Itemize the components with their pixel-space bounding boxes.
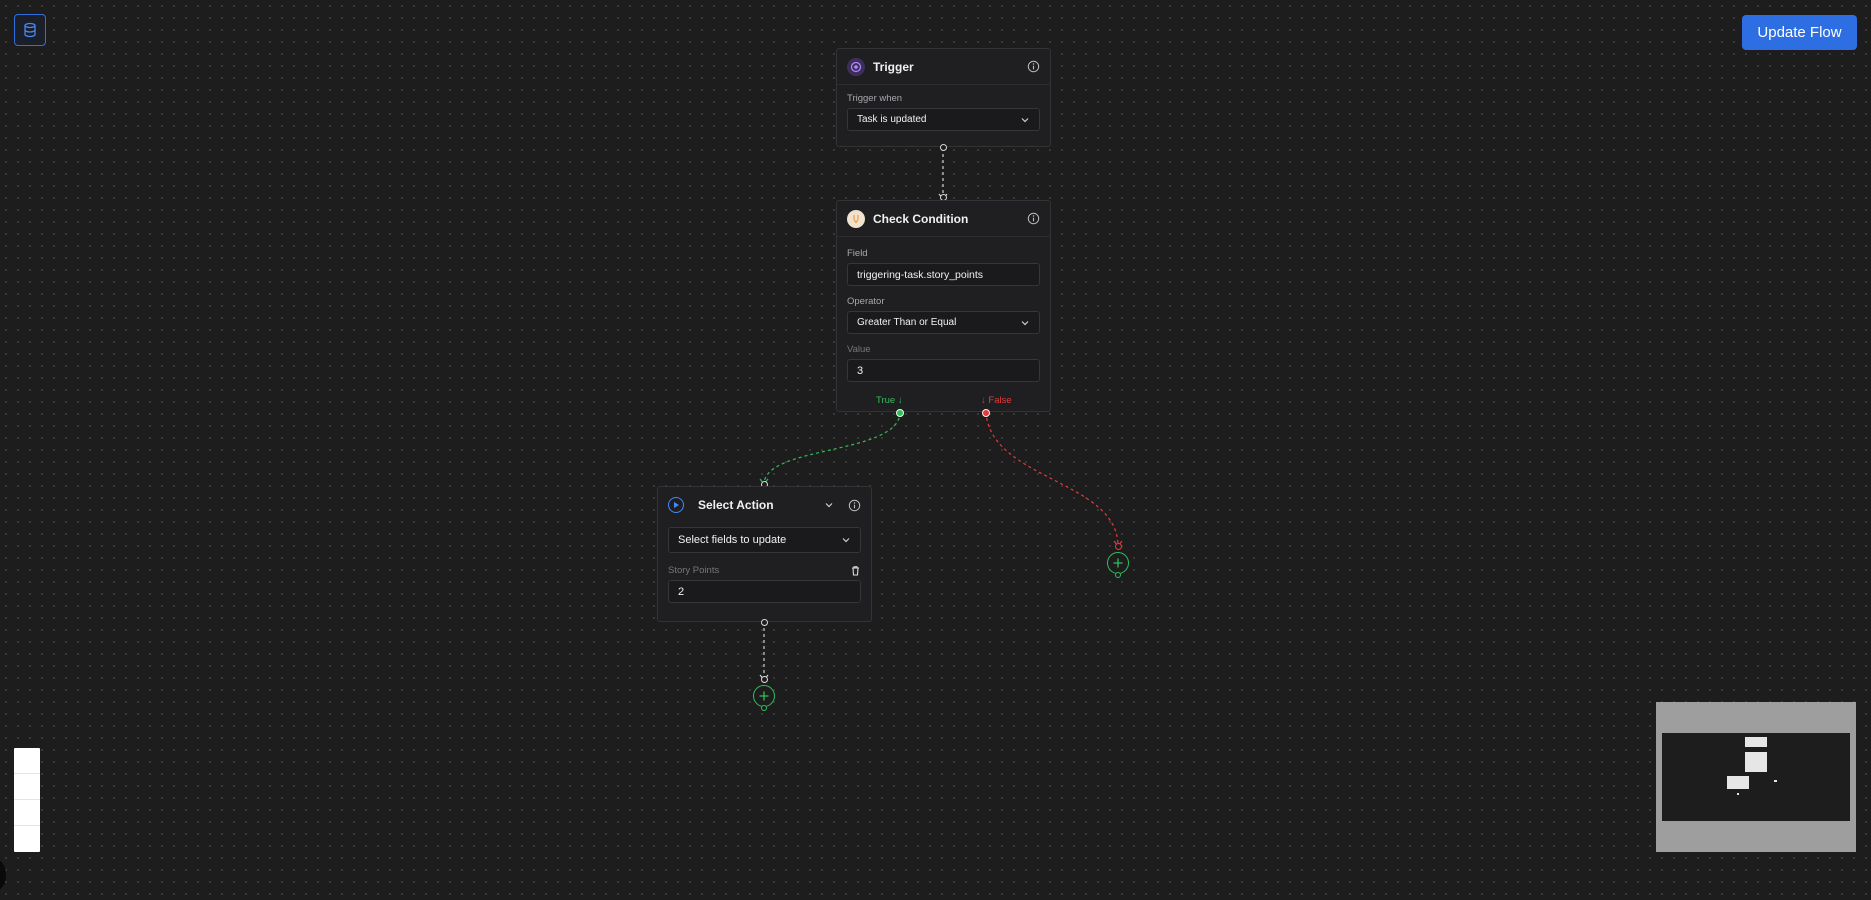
zoom-in-button[interactable] [14, 748, 40, 774]
add-step-action-button[interactable] [753, 685, 775, 707]
true-branch-label: True ↓ [876, 395, 903, 406]
chevron-down-icon [842, 538, 850, 543]
lock-button[interactable] [14, 826, 40, 852]
operator-select[interactable]: Greater Than or Equal [847, 311, 1040, 334]
minimap-viewport [1662, 733, 1850, 821]
condition-node[interactable]: Check Condition Field triggering-task.st… [836, 200, 1051, 412]
minimap-plus-node [1737, 793, 1739, 795]
field-value: triggering-task.story_points [857, 268, 984, 281]
field-label: Field [847, 248, 868, 259]
plus-icon [1113, 558, 1123, 568]
plus-output-handle[interactable] [761, 705, 767, 711]
fields-select-value: Select fields to update [678, 534, 787, 546]
condition-icon [847, 209, 865, 228]
edge-true-action [763, 411, 901, 485]
value-value: 3 [857, 364, 864, 377]
trigger-when-select[interactable]: Task is updated [847, 108, 1040, 131]
play-icon [668, 497, 684, 513]
chevron-down-icon[interactable] [824, 500, 834, 510]
canvas-controls [14, 748, 40, 852]
fields-select[interactable]: Select fields to update [668, 527, 861, 553]
trigger-output-handle[interactable] [940, 144, 947, 151]
story-points-value: 2 [678, 585, 685, 598]
corner-shadow [0, 860, 6, 890]
update-flow-button[interactable]: Update Flow [1742, 15, 1857, 50]
zoom-out-button[interactable] [14, 774, 40, 800]
story-points-label: Story Points [668, 565, 720, 576]
value-input[interactable]: 3 [847, 359, 1040, 382]
story-points-input[interactable]: 2 [668, 580, 861, 603]
trigger-when-label: Trigger when [847, 93, 903, 104]
field-input[interactable]: triggering-task.story_points [847, 263, 1040, 286]
plus-input-handle[interactable] [1115, 543, 1122, 550]
database-button[interactable] [14, 14, 46, 46]
trigger-when-value: Task is updated [857, 114, 927, 125]
plus-input-handle[interactable] [761, 676, 768, 683]
trigger-icon [847, 57, 865, 76]
minimap[interactable] [1656, 702, 1856, 852]
chevron-down-icon [1021, 320, 1029, 325]
edge-false-plus [985, 411, 1119, 547]
minimap-condition-node [1745, 752, 1767, 772]
action-title: Select Action [698, 498, 774, 512]
trash-icon[interactable] [850, 565, 861, 576]
minimap-action-node [1727, 776, 1749, 789]
info-icon[interactable] [848, 499, 861, 512]
condition-node-header: Check Condition [837, 201, 1050, 237]
fit-view-button[interactable] [14, 800, 40, 826]
action-node-header: Select Action [658, 487, 871, 523]
trigger-title: Trigger [873, 59, 914, 74]
action-output-handle[interactable] [761, 619, 768, 626]
value-label: Value [847, 344, 871, 355]
plus-icon [759, 691, 769, 701]
condition-title: Check Condition [873, 211, 969, 226]
operator-value: Greater Than or Equal [857, 317, 957, 328]
trigger-node-header: Trigger [837, 49, 1050, 85]
minimap-trigger-node [1745, 737, 1767, 747]
true-output-handle[interactable] [896, 409, 904, 417]
info-icon[interactable] [1027, 60, 1040, 73]
false-branch-label: ↓ False [981, 395, 1012, 406]
plus-output-handle[interactable] [1115, 572, 1121, 578]
false-output-handle[interactable] [982, 409, 990, 417]
chevron-down-icon [1021, 117, 1029, 122]
minimap-plus-node [1774, 780, 1777, 782]
action-node[interactable]: Select Action Select fields to update St… [657, 486, 872, 622]
operator-label: Operator [847, 296, 885, 307]
add-step-false-button[interactable] [1107, 552, 1129, 574]
info-icon[interactable] [1027, 212, 1040, 225]
database-icon [24, 22, 36, 38]
trigger-node[interactable]: Trigger Trigger when Task is updated [836, 48, 1051, 147]
